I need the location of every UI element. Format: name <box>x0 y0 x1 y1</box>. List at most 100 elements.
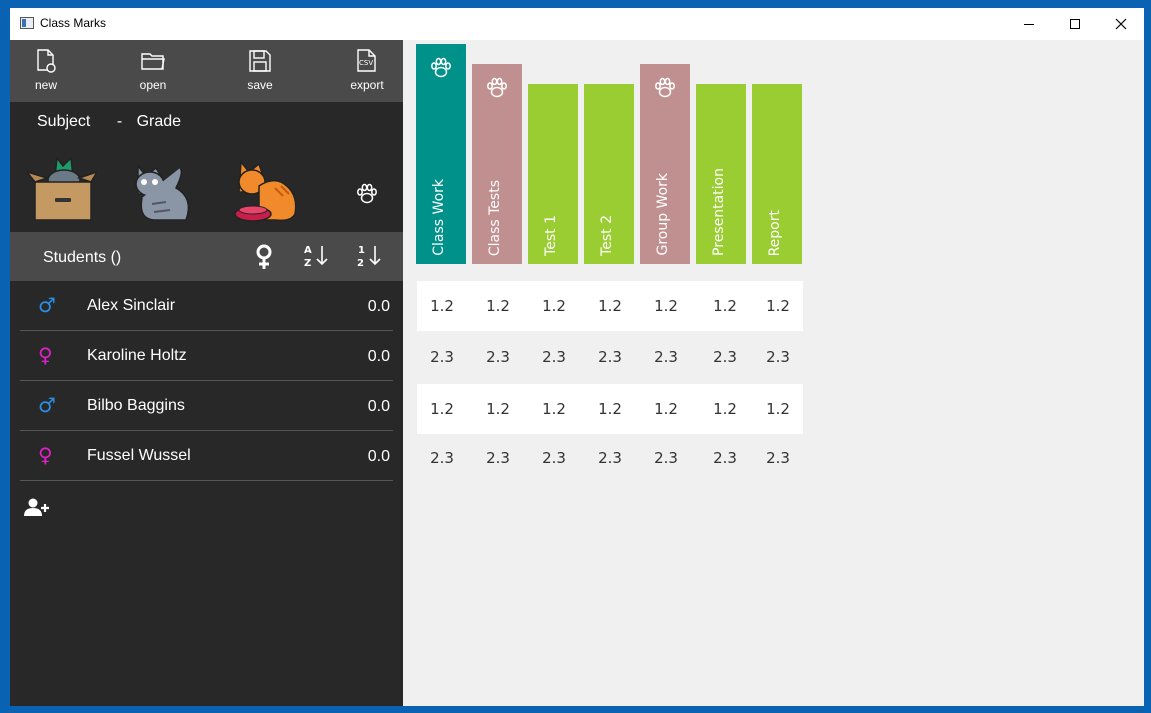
paw-icon <box>431 57 451 78</box>
mark-cell[interactable]: 2.3 <box>417 348 467 366</box>
svg-text:Z: Z <box>304 258 311 269</box>
student-name: Bilbo Baggins <box>87 397 185 414</box>
open-button[interactable]: open <box>118 48 188 92</box>
category-header-report[interactable]: Report <box>752 84 802 264</box>
new-label: new <box>34 78 57 92</box>
mark-cell[interactable]: 2.3 <box>641 348 691 366</box>
export-button[interactable]: CSV export <box>332 48 402 92</box>
category-label: Group Work <box>655 173 671 256</box>
sort-numeric-button[interactable]: 1 2 <box>357 242 383 270</box>
mark-cell[interactable]: 1.2 <box>417 297 467 315</box>
svg-text:1: 1 <box>358 245 365 256</box>
mark-cell[interactable]: 2.3 <box>641 449 691 467</box>
marks-row: 2.3 2.3 2.3 2.3 2.3 2.3 2.3 <box>417 433 803 483</box>
cat-in-box-icon[interactable] <box>27 156 97 224</box>
mark-cell[interactable]: 1.2 <box>585 400 635 418</box>
mark-cell[interactable]: 1.2 <box>417 400 467 418</box>
mark-cell[interactable]: 2.3 <box>529 348 579 366</box>
close-button[interactable] <box>1098 8 1144 40</box>
subject-label: Subject <box>37 113 91 130</box>
save-label: save <box>247 78 273 92</box>
students-header: Students () A Z 1 2 <box>10 232 403 281</box>
open-label: open <box>139 78 167 92</box>
mark-cell[interactable]: 1.2 <box>753 297 803 315</box>
window-title: Class Marks <box>40 16 107 30</box>
mark-cell[interactable]: 1.2 <box>753 400 803 418</box>
category-header-class-work[interactable]: Class Work <box>416 44 466 264</box>
category-header-test-2[interactable]: Test 2 <box>584 84 634 264</box>
paw-icon <box>655 77 675 98</box>
category-header-presentation[interactable]: Presentation <box>696 84 746 264</box>
category-label: Test 2 <box>599 215 615 256</box>
student-name: Alex Sinclair <box>87 297 176 314</box>
mark-cell[interactable]: 2.3 <box>585 449 635 467</box>
student-average: 0.0 <box>367 448 390 465</box>
marks-row: 1.2 1.2 1.2 1.2 1.2 1.2 1.2 <box>417 281 803 331</box>
mark-cell[interactable]: 2.3 <box>473 449 523 467</box>
orange-cat-icon[interactable] <box>231 158 299 224</box>
mark-cell[interactable]: 1.2 <box>700 297 750 315</box>
mark-cell[interactable]: 2.3 <box>700 348 750 366</box>
mark-cell[interactable]: 1.2 <box>529 400 579 418</box>
category-label: Class Work <box>431 179 447 256</box>
student-name: Fussel Wussel <box>87 447 191 464</box>
marks-row: 2.3 2.3 2.3 2.3 2.3 2.3 2.3 <box>417 332 803 382</box>
mark-cell[interactable]: 1.2 <box>473 400 523 418</box>
new-button[interactable]: new <box>11 48 81 92</box>
student-row[interactable]: ♀ Karoline Holtz 0.0 <box>20 331 393 381</box>
grade-label: Grade <box>136 113 182 130</box>
new-file-icon <box>37 49 56 73</box>
add-student-icon[interactable] <box>24 498 50 518</box>
sort-alpha-icon: A Z <box>304 245 328 269</box>
mark-cell[interactable]: 2.3 <box>700 449 750 467</box>
maximize-icon <box>1070 19 1080 29</box>
paw-icon[interactable] <box>355 182 379 206</box>
marks-row: 1.2 1.2 1.2 1.2 1.2 1.2 1.2 <box>417 384 803 434</box>
students-title: Students () <box>43 249 122 266</box>
mark-cell[interactable]: 1.2 <box>641 400 691 418</box>
mark-cell[interactable]: 1.2 <box>473 297 523 315</box>
mark-cell[interactable]: 2.3 <box>753 348 803 366</box>
female-filter-icon[interactable] <box>255 244 273 270</box>
export-label: export <box>350 78 384 92</box>
csv-file-icon: CSV <box>357 49 376 72</box>
mark-cell[interactable]: 2.3 <box>473 348 523 366</box>
gray-cat-icon[interactable] <box>132 158 198 222</box>
mark-cell[interactable]: 1.2 <box>585 297 635 315</box>
category-header-group-work[interactable]: Group Work <box>640 64 690 264</box>
category-label: Presentation <box>711 168 727 256</box>
student-row[interactable]: ♂ Bilbo Baggins 0.0 <box>20 381 393 431</box>
sort-numeric-icon: 1 2 <box>357 245 381 269</box>
mark-cell[interactable]: 2.3 <box>753 449 803 467</box>
mark-cell[interactable]: 2.3 <box>417 449 467 467</box>
category-label: Test 1 <box>543 215 559 256</box>
app-window: Class Marks new open save CSV export Sub… <box>10 8 1144 706</box>
folder-icon <box>141 53 165 70</box>
student-average: 0.0 <box>367 298 390 315</box>
mark-cell[interactable]: 1.2 <box>700 400 750 418</box>
student-name: Karoline Holtz <box>87 347 187 364</box>
category-header-test-1[interactable]: Test 1 <box>528 84 578 264</box>
mark-cell[interactable]: 2.3 <box>529 449 579 467</box>
minimize-icon <box>1024 23 1034 25</box>
mark-cell[interactable]: 1.2 <box>529 297 579 315</box>
minimize-button[interactable] <box>1006 8 1052 40</box>
save-button[interactable]: save <box>225 48 295 92</box>
close-icon <box>1115 18 1127 30</box>
svg-text:2: 2 <box>357 258 364 269</box>
student-average: 0.0 <box>367 348 390 365</box>
student-row[interactable]: ♀ Fussel Wussel 0.0 <box>20 431 393 481</box>
category-header-class-tests[interactable]: Class Tests <box>472 64 522 264</box>
sort-alpha-button[interactable]: A Z <box>304 242 330 270</box>
toolbar: new open save CSV export <box>10 40 403 102</box>
mark-cell[interactable]: 1.2 <box>641 297 691 315</box>
student-average: 0.0 <box>367 398 390 415</box>
student-row[interactable]: ♂ Alex Sinclair 0.0 <box>20 281 393 331</box>
maximize-button[interactable] <box>1052 8 1098 40</box>
male-icon: ♂ <box>38 293 56 317</box>
svg-text:A: A <box>304 245 312 256</box>
mark-cell[interactable]: 2.3 <box>585 348 635 366</box>
marks-panel: Class Work Class Tests Test 1 Test 2 Gro… <box>403 40 1144 706</box>
save-disk-icon <box>249 50 271 72</box>
svg-text:CSV: CSV <box>359 59 373 67</box>
